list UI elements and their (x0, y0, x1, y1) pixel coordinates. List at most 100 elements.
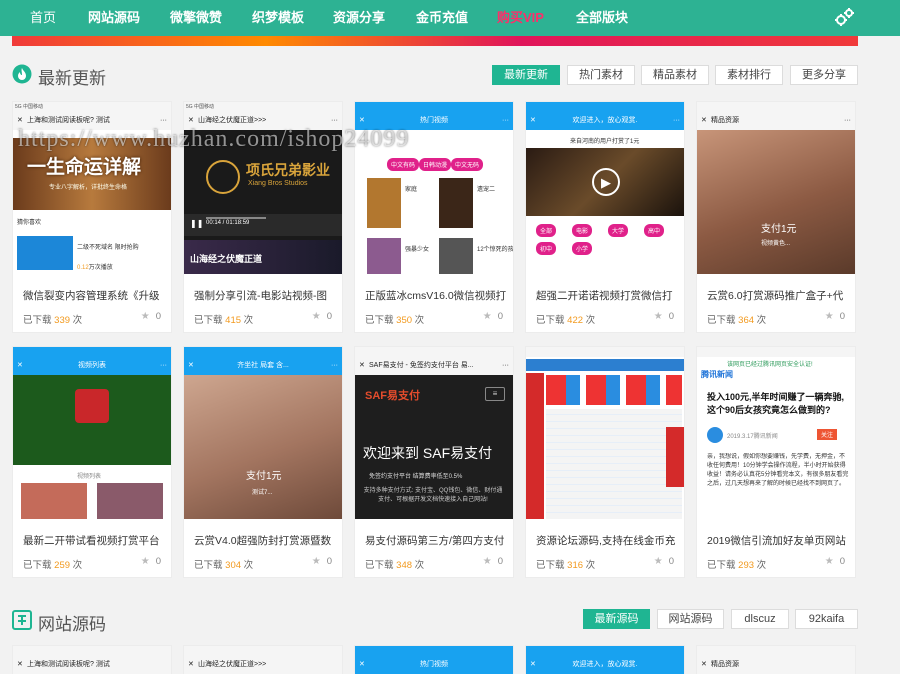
nav-home[interactable]: 首页 (30, 0, 56, 36)
headline: 欢迎来到 SAF易支付 (363, 445, 493, 461)
card-title[interactable]: 正版蓝冰cmsV16.0微信视频打 (365, 288, 507, 303)
phone-status-bar (184, 646, 342, 656)
card-title[interactable]: 超强二开诺诺视频打赏微信打 (536, 288, 678, 303)
studio-name-en: Xiang Bros Studios (248, 180, 308, 187)
card-title[interactable]: 云赏V4.0超强防封打赏源暨数 (194, 533, 336, 548)
nav-weiqing[interactable]: 微擎微赞 (170, 0, 222, 36)
resource-card[interactable]: ✕ SAF易支付 - 免签约支付平台 易... ··· SAF易支付 ≡ 欢迎来到 … (354, 346, 514, 578)
like-count[interactable]: ★ 0 (483, 556, 503, 567)
card-thumbnail[interactable]: ✕ 齐坐社 局套 含... ··· 支付1元 测试7... (184, 347, 342, 519)
card-title[interactable]: 最新二开带试看视频打赏平台 (23, 533, 165, 548)
download-count: 316 (567, 560, 584, 571)
phone-title-bar: ✕ 精品资源 (697, 656, 855, 674)
chip: 大学 (608, 224, 629, 237)
play-icon[interactable]: ▶ (592, 168, 620, 196)
card-thumbnail[interactable]: ✕ 精品资源 ··· 支付1元 视频黄色... (697, 102, 855, 274)
nav-resource-share[interactable]: 资源分享 (333, 0, 385, 36)
forum-banner (546, 375, 682, 405)
tab-site-source[interactable]: 网站源码 (657, 609, 724, 629)
plays-count: 0.12 (77, 265, 89, 271)
tab-more-shares[interactable]: 更多分享 (790, 65, 858, 85)
card-thumbnail[interactable] (526, 347, 684, 519)
phone-title-bar: ✕ 山海经之伏魔正道>>> (184, 656, 342, 674)
like-count[interactable]: ★ 0 (483, 311, 503, 322)
chip: 中文无码 (451, 158, 484, 171)
promo-banner-strip[interactable] (12, 36, 858, 46)
card-title[interactable]: 易支付源码第三方/第四方支付 (365, 533, 507, 548)
phone-title-bar: ✕ 热门视频 (355, 656, 513, 674)
phone-title-bar: ✕ 上海和测试阅读板呢? 测试 (13, 656, 171, 674)
card-title[interactable]: 云赏6.0打赏源码推广盒子+代 (707, 288, 849, 303)
settings-gear-icon[interactable] (832, 6, 856, 30)
like-count[interactable]: ★ 0 (654, 311, 674, 322)
star-icon: ★ (653, 556, 663, 567)
like-count[interactable]: ★ 0 (312, 311, 332, 322)
phone-title-bar: ✕ 齐坐社 局套 含... ··· (184, 357, 342, 375)
like-count[interactable]: ★ 0 (312, 556, 332, 567)
follow-button[interactable]: 关注 (817, 429, 838, 440)
tab-latest-source[interactable]: 最新源码 (583, 609, 650, 629)
tab-92kaifa[interactable]: 92kaifa (795, 609, 858, 629)
star-icon: ★ (482, 556, 492, 567)
watermark-text: https://www.huzhan.com/ishop24099 (18, 126, 410, 152)
card-thumbnail[interactable]: ✕ 欢迎进入，放心观赏. ··· 来自河南的用户打赏了1元 ▶ 全部 电影 大学 高… (526, 102, 684, 274)
card-title[interactable]: 2019微信引流加好友单页网站 (707, 533, 849, 548)
sub-label: 测试7... (252, 490, 273, 496)
studio-logo-icon (206, 160, 240, 194)
star-icon: ★ (482, 311, 492, 322)
nav-all-boards[interactable]: 全部版块 (576, 0, 628, 36)
card-title[interactable]: 强制分享引流-电影站视频-图 (194, 288, 336, 303)
video-time: 00:14 / 01:18:59 (206, 220, 250, 226)
nav-site-source[interactable]: 网站源码 (88, 0, 140, 36)
tab-latest-updates[interactable]: 最新更新 (492, 65, 560, 85)
source-card[interactable]: ✕ 热门视频 (354, 645, 514, 674)
like-count[interactable]: ★ 0 (825, 556, 845, 567)
tab-hot-materials[interactable]: 热门素材 (567, 65, 635, 85)
card-thumbnail[interactable]: 该网页已经过腾讯网页安全认证! 腾讯新闻 投入100元,半年时间赚了一辆奔驰,这… (697, 347, 855, 519)
tab-premium-materials[interactable]: 精品素材 (641, 65, 709, 85)
card-thumbnail[interactable]: ✕ 视频列表 ··· 视频列表 (13, 347, 171, 519)
resource-card[interactable]: ✕ 视频列表 ··· 视频列表 最新二开带试看视频打赏平台 已下载 259 次 ★ 0 (12, 346, 172, 578)
chip: 日韩动漫 (419, 158, 452, 171)
tab-dlscuz[interactable]: dlscuz (731, 609, 789, 629)
source-card[interactable]: ✕ 欢迎进入，放心观赏. (525, 645, 685, 674)
download-count: 304 (225, 560, 242, 571)
promo-text: 二级不死域名 限时抢购 (77, 245, 139, 251)
video-controls[interactable]: ❚❚ 00:14 / 01:18:59 (184, 214, 342, 236)
like-count[interactable]: ★ 0 (141, 311, 161, 322)
video-thumb[interactable] (97, 483, 163, 519)
nav-coin-recharge[interactable]: 金币充值 (416, 0, 468, 36)
poster-image (439, 238, 473, 274)
card-title[interactable]: 资源论坛源码,支持在线金币充 (536, 533, 678, 548)
star-icon: ★ (140, 311, 150, 322)
source-card[interactable]: ✕ 上海和测试阅读板呢? 测试 (12, 645, 172, 674)
tab-material-ranking[interactable]: 素材排行 (715, 65, 783, 85)
like-count[interactable]: ★ 0 (654, 556, 674, 567)
source-card[interactable]: ✕ 精品资源 (696, 645, 856, 674)
forum-header (526, 359, 684, 371)
top-navigation: 首页 网站源码 微擎微赞 织梦模板 资源分享 金币充值 购买VIP 全部版块 (0, 0, 900, 36)
resource-card[interactable]: 资源论坛源码,支持在线金币充 已下载 316 次 ★ 0 (525, 346, 685, 578)
subline: 免签约支付平台 结算费率低至0.5% (369, 474, 463, 480)
source-card[interactable]: ✕ 山海经之伏魔正道>>> (183, 645, 343, 674)
download-count: 350 (396, 315, 413, 326)
video-thumb[interactable] (21, 483, 87, 519)
download-info: 已下载 259 次 (23, 560, 83, 571)
chip: 小学 (572, 242, 593, 255)
star-icon: ★ (311, 311, 321, 322)
nav-dede-templates[interactable]: 织梦模板 (252, 0, 304, 36)
resource-card[interactable]: 该网页已经过腾讯网页安全认证! 腾讯新闻 投入100元,半年时间赚了一辆奔驰,这… (696, 346, 856, 578)
nav-buy-vip[interactable]: 购买VIP (497, 0, 544, 36)
card-thumbnail[interactable]: ✕ SAF易支付 - 免签约支付平台 易... ··· SAF易支付 ≡ 欢迎来到 … (355, 347, 513, 519)
card-title[interactable]: 微信裂变内容管理系统《升级 (23, 288, 165, 303)
resource-card[interactable]: ✕ 齐坐社 局套 含... ··· 支付1元 测试7... 云赏V4.0超强防封打赏… (183, 346, 343, 578)
security-notice: 该网页已经过腾讯网页安全认证! (727, 362, 813, 368)
resource-card[interactable]: ✕ 精品资源 ··· 支付1元 视频黄色... 云赏6.0打赏源码推广盒子+代 已下… (696, 101, 856, 333)
menu-icon[interactable]: ≡ (485, 387, 505, 401)
phone-status-bar (13, 347, 171, 357)
resource-card[interactable]: ✕ 欢迎进入，放心观赏. ··· 来自河南的用户打赏了1元 ▶ 全部 电影 大学 高… (525, 101, 685, 333)
like-count[interactable]: ★ 0 (141, 556, 161, 567)
like-count[interactable]: ★ 0 (825, 311, 845, 322)
subhead: 专业八字解析，详批终生命格 (49, 185, 128, 191)
chip: 中文有码 (387, 158, 420, 171)
